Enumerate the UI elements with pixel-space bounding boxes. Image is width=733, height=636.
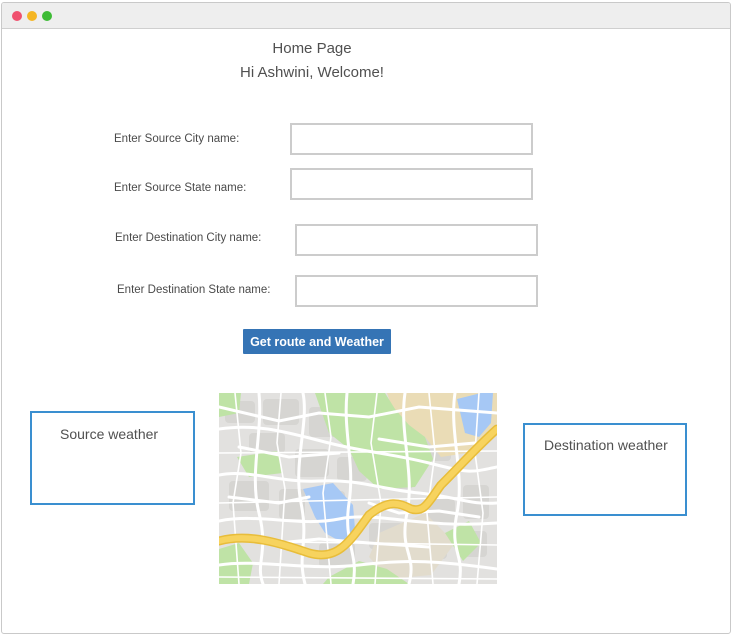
map-graphic: [219, 393, 497, 584]
source-state-label: Enter Source State name:: [114, 182, 247, 194]
source-state-input[interactable]: [290, 168, 533, 200]
close-window-icon[interactable]: [12, 11, 22, 21]
source-weather-title: Source weather: [60, 426, 159, 442]
source-city-label: Enter Source City name:: [114, 133, 240, 145]
window-titlebar: [2, 3, 730, 29]
minimize-window-icon[interactable]: [27, 11, 37, 21]
destination-state-label: Enter Destination State name:: [117, 284, 271, 296]
maximize-window-icon[interactable]: [42, 11, 52, 21]
destination-state-input[interactable]: [295, 275, 538, 307]
route-map[interactable]: [219, 393, 497, 584]
page-title: Home Page: [272, 40, 352, 57]
destination-weather-title: Destination weather: [544, 437, 668, 453]
welcome-message: Hi Ashwini, Welcome!: [240, 64, 384, 81]
destination-city-label: Enter Destination City name:: [115, 232, 262, 244]
get-route-weather-button[interactable]: Get route and Weather: [243, 329, 391, 354]
destination-city-input[interactable]: [295, 224, 538, 256]
source-city-input[interactable]: [290, 123, 533, 155]
